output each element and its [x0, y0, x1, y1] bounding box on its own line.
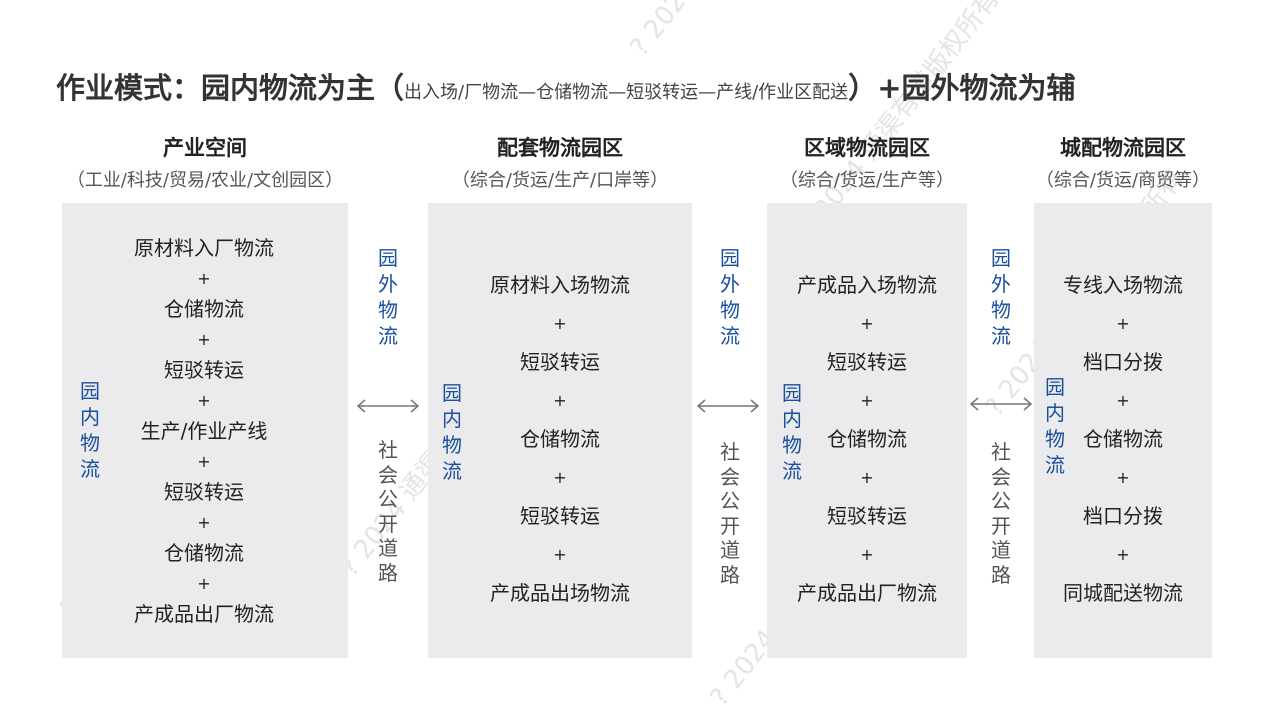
flow-step: 档口分拨 — [1083, 350, 1163, 374]
double-arrow-icon — [696, 399, 760, 413]
plus-sign: + — [1116, 468, 1130, 487]
title-open-paren: （ — [375, 71, 405, 105]
double-arrow-icon — [969, 397, 1033, 411]
flow-step: 生产/作业产线 — [140, 419, 268, 443]
flow-step: 产成品出厂物流 — [797, 581, 937, 605]
flow-step: 档口分拨 — [1083, 504, 1163, 528]
plus-sign: + — [860, 391, 874, 410]
plus-sign: + — [553, 391, 567, 410]
plus-sign: + — [197, 452, 211, 471]
column-heading-city-park: 城配物流园区 — [1060, 136, 1186, 160]
column-subheading-city-park: （综合/货运/商贸等） — [1035, 170, 1211, 191]
plus-sign: + — [553, 314, 567, 333]
flow-step: 产成品出场物流 — [490, 581, 630, 605]
column-subheading-regional-park: （综合/货运/生产等） — [779, 170, 955, 191]
flow-step: 仓储物流 — [164, 541, 244, 565]
public-road-label: 社会公开道路 — [378, 438, 398, 585]
plus-sign: + — [553, 545, 567, 564]
plus-sign: + — [553, 468, 567, 487]
flow-step: 仓储物流 — [164, 297, 244, 321]
double-arrow-icon — [356, 399, 420, 413]
flow-step: 短驳转运 — [164, 480, 244, 504]
flow-step: 仓储物流 — [827, 427, 907, 451]
plus-sign: + — [860, 545, 874, 564]
flow-step: 短驳转运 — [520, 504, 600, 528]
plus-sign: + — [197, 574, 211, 593]
column-heading-support-park: 配套物流园区 — [497, 136, 623, 160]
flow-step: 短驳转运 — [827, 504, 907, 528]
plus-sign: + — [860, 468, 874, 487]
industry-flow: 原材料入厂物流 + 仓储物流 + 短驳转运 + 生产/作业产线 + 短驳转运 + 仓储物流 + 产成品出… — [104, 233, 304, 629]
column-heading-regional-park: 区域物流园区 — [804, 136, 930, 160]
public-road-label: 社会公开道路 — [720, 440, 740, 587]
flow-step: 同城配送物流 — [1063, 581, 1183, 605]
plus-sign: + — [1116, 545, 1130, 564]
title-tail: +园外物流为辅 — [877, 71, 1076, 105]
flow-step: 短驳转运 — [164, 358, 244, 382]
flow-step: 原材料入厂物流 — [134, 236, 274, 260]
page-title: 作业模式：园内物流为主（出入场/厂物流—仓储物流—短驳转运—产线/作业区配送）+… — [56, 66, 1236, 110]
outer-logistics-label: 园外物流 — [991, 246, 1011, 348]
city-park-flow: 专线入场物流 + 档口分拨 + 仓储物流 + 档口分拨 + 同城配送物流 — [1034, 266, 1212, 612]
flow-step: 短驳转运 — [827, 350, 907, 374]
flow-step: 专线入场物流 — [1063, 273, 1183, 297]
plus-sign: + — [1116, 314, 1130, 333]
flow-step: 产成品出厂物流 — [134, 602, 274, 626]
plus-sign: + — [197, 391, 211, 410]
column-subheading-support-park: （综合/货运/生产/口岸等） — [451, 170, 669, 191]
title-main: 作业模式：园内物流为主 — [56, 71, 376, 105]
title-detail: 出入场/厂物流—仓储物流—短驳转运—产线/作业区配送 — [404, 82, 849, 103]
outer-logistics-label: 园外物流 — [378, 246, 398, 348]
title-close-paren: ） — [848, 71, 878, 105]
plus-sign: + — [197, 330, 211, 349]
flow-step: 产成品入场物流 — [797, 273, 937, 297]
column-subheading-industry: （工业/科技/贸易/农业/文创园区） — [66, 170, 344, 191]
regional-park-flow: 产成品入场物流 + 短驳转运 + 仓储物流 + 短驳转运 + 产成品出厂物流 — [767, 266, 967, 612]
flow-step: 短驳转运 — [520, 350, 600, 374]
flow-step: 原材料入场物流 — [490, 273, 630, 297]
support-park-flow: 原材料入场物流 + 短驳转运 + 仓储物流 + 短驳转运 + 产成品出场物流 — [460, 266, 660, 612]
plus-sign: + — [860, 314, 874, 333]
watermark: ? 2024 通渠有道版权所有. — [620, 0, 842, 63]
column-heading-industry: 产业空间 — [163, 136, 247, 160]
inner-logistics-label: 园内物流 — [80, 379, 100, 481]
plus-sign: + — [197, 513, 211, 532]
plus-sign: + — [1116, 391, 1130, 410]
plus-sign: + — [197, 269, 211, 288]
outer-logistics-label: 园外物流 — [720, 246, 740, 348]
flow-step: 仓储物流 — [520, 427, 600, 451]
public-road-label: 社会公开道路 — [991, 440, 1011, 587]
flow-step: 仓储物流 — [1083, 427, 1163, 451]
